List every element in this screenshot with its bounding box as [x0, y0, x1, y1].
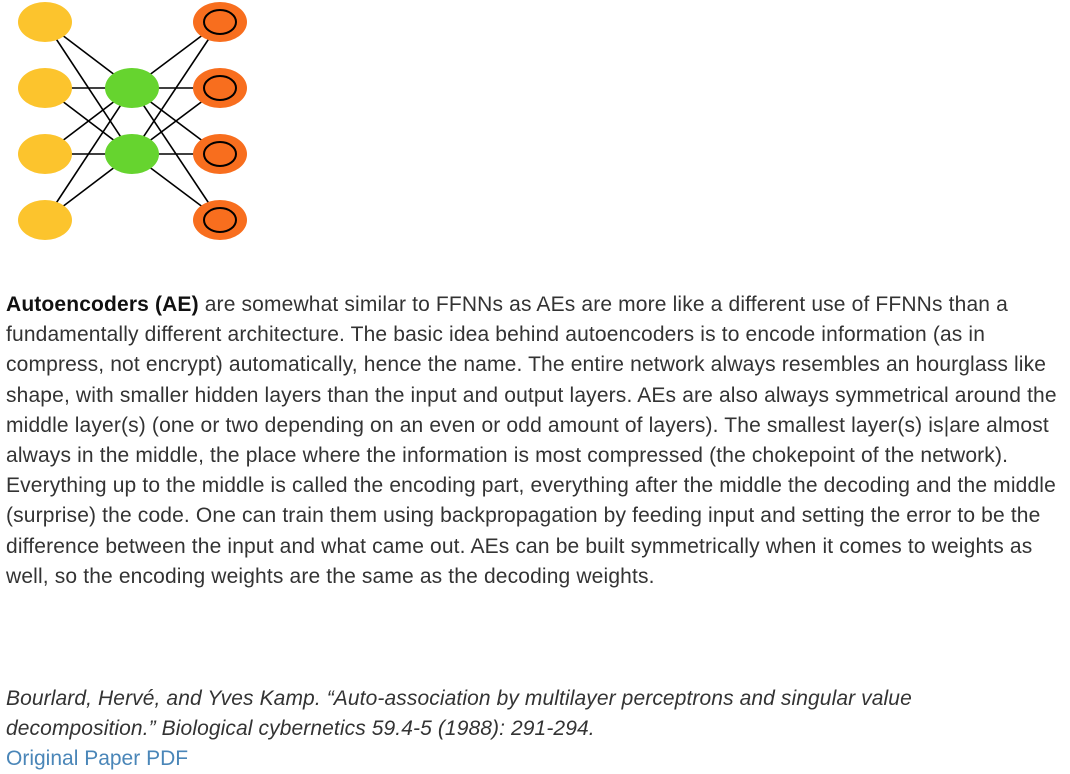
article-paragraph: Autoencoders (AE) are somewhat similar t… [6, 290, 1064, 592]
input-cell [18, 2, 72, 42]
original-paper-pdf-link[interactable]: Original Paper PDF [6, 744, 188, 774]
hidden-cell [105, 68, 159, 108]
output-cell [193, 134, 247, 174]
input-cell [18, 134, 72, 174]
output-cell [193, 200, 247, 240]
autoencoder-diagram [18, 2, 247, 240]
cells [18, 2, 247, 240]
output-cell [193, 2, 247, 42]
connections [44, 21, 221, 221]
hidden-cell [105, 134, 159, 174]
article-lead-term: Autoencoders (AE) [6, 293, 199, 316]
input-cell [18, 200, 72, 240]
article-body: are somewhat similar to FFNNs as AEs are… [6, 293, 1057, 588]
input-cell [18, 68, 72, 108]
citation: Bourlard, Hervé, and Yves Kamp. “Auto-as… [6, 687, 912, 740]
output-cell [193, 68, 247, 108]
